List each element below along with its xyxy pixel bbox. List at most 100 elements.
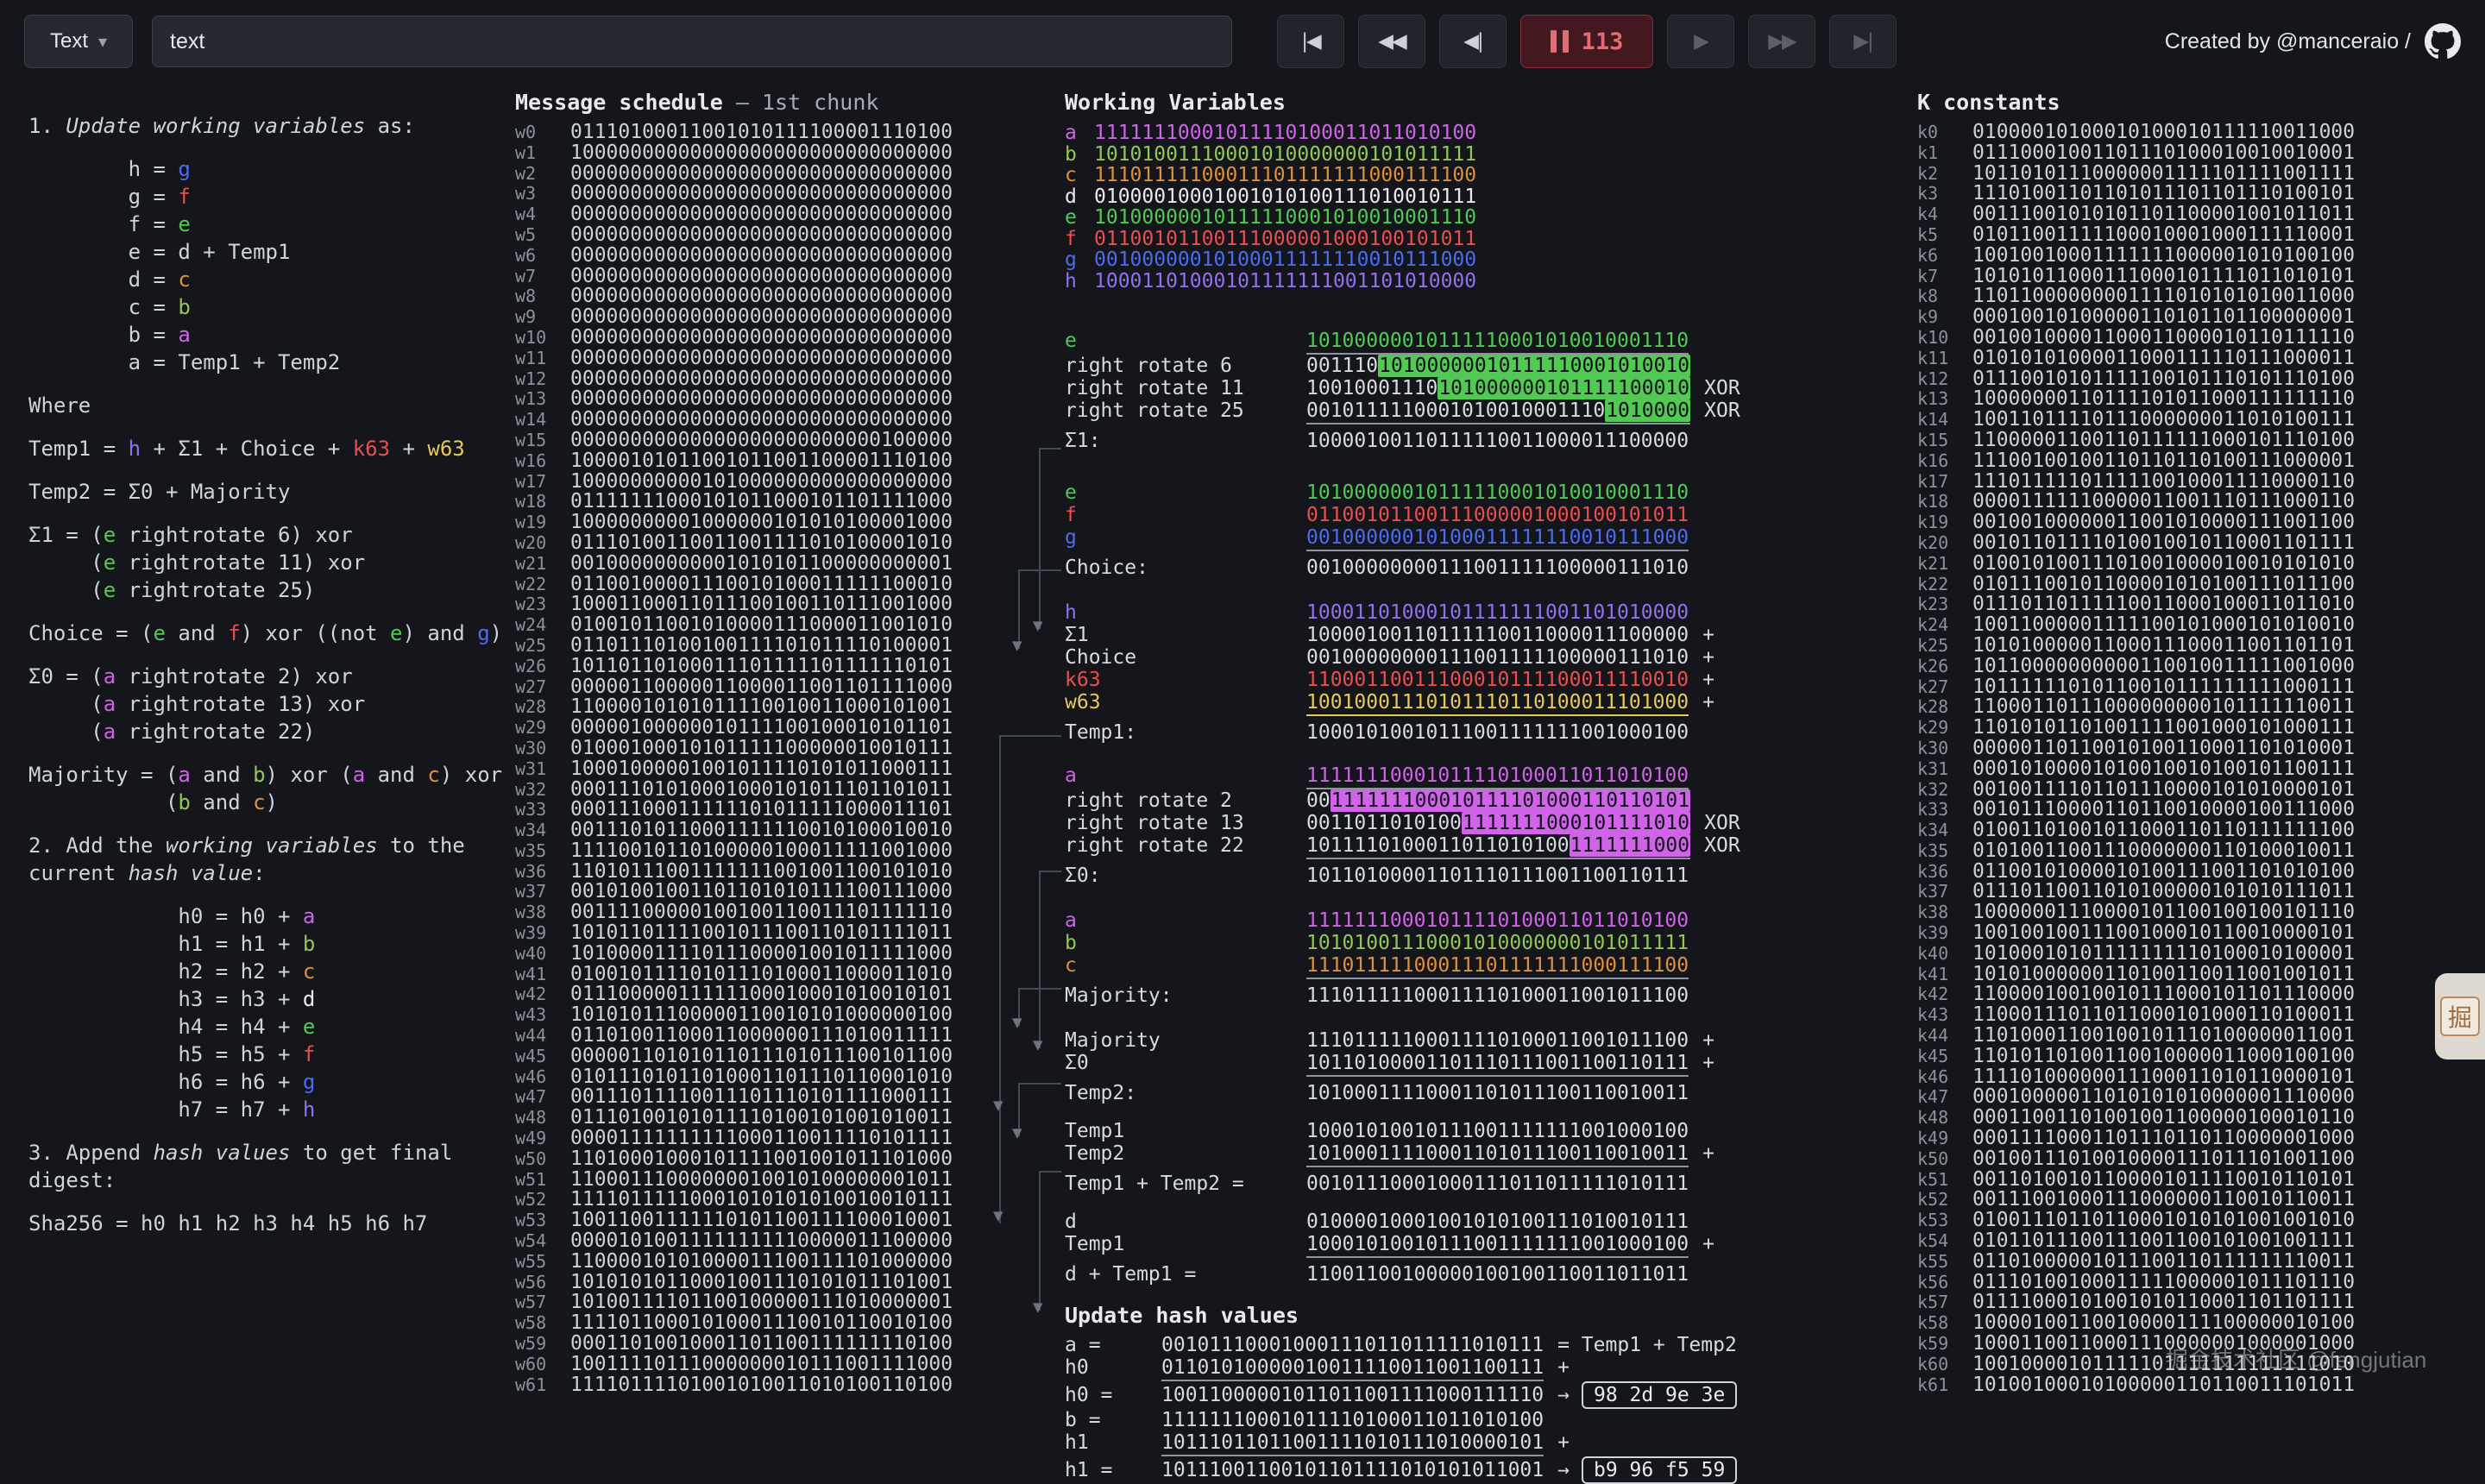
explanation-line: Temp2 = Σ0 + Majority bbox=[28, 478, 512, 506]
binary-value: 01010011001110000000110100010011 bbox=[1972, 841, 2355, 862]
calc-block: a11111110001011110100011011010100b101010… bbox=[1065, 909, 1928, 1007]
binary-value: 00000000000000000000000000000000 bbox=[570, 389, 953, 410]
operand-row: h1 =10111001100101101111010101011001→b9 … bbox=[1065, 1456, 1928, 1484]
juejin-float-button[interactable]: 掘 bbox=[2435, 973, 2485, 1060]
binary-value: 00100000010100011111110010111000 bbox=[1094, 249, 1476, 271]
schedule-row: w4401101001100011000000111010011111 bbox=[515, 1026, 953, 1047]
fast-forward-button[interactable]: ▶▶ bbox=[1748, 15, 1815, 68]
row-label: k63 bbox=[1065, 669, 1306, 691]
operator-suffix: + bbox=[1702, 624, 1714, 646]
schedule-row: w900000000000000000000000000000000 bbox=[515, 307, 953, 328]
row-label: w18 bbox=[515, 492, 570, 512]
binary-value: 00100000000111001111100000111010 bbox=[1306, 646, 1689, 669]
operand-row: Majority11101111100011110100011001011100… bbox=[1065, 1029, 1928, 1052]
row-label: w56 bbox=[515, 1273, 570, 1293]
schedule-row: w5400001010011111111110000011100000 bbox=[515, 1231, 953, 1252]
schedule-row: w5511000010101000011100111101000000 bbox=[515, 1252, 953, 1273]
play-button[interactable]: ▶ bbox=[1667, 15, 1734, 68]
k-constant-row: k610010010001111111000001010100100 bbox=[1917, 246, 2355, 267]
row-label: k47 bbox=[1917, 1087, 1972, 1108]
row-label: k38 bbox=[1917, 902, 1972, 923]
binary-value: 10001010010111001111111001000100 bbox=[1306, 1120, 1689, 1142]
explanation-line: Σ0 = (a rightrotate 2) xor bbox=[28, 663, 512, 690]
binary-value: 10010001110101000000101111100010 bbox=[1306, 377, 1690, 399]
binary-value: 01110010101111100101110101110100 bbox=[1972, 369, 2355, 390]
binary-value: 01001110110110001010101001001010 bbox=[1972, 1210, 2355, 1231]
binary-value: 11110110001010001110010110010100 bbox=[570, 1313, 953, 1334]
binary-value: 10000000000101000000000000000000 bbox=[570, 472, 953, 493]
row-label: w50 bbox=[515, 1149, 570, 1170]
row-label: w38 bbox=[515, 902, 570, 923]
binary-value: 00101110000110110010000100111000 bbox=[1972, 800, 2355, 821]
row-label: right rotate 6 bbox=[1065, 355, 1306, 377]
binary-value: 01101001100011000000111010011111 bbox=[570, 1026, 953, 1047]
row-label: k16 bbox=[1917, 451, 1972, 472]
operand-row: g00100000010100011111110010111000 bbox=[1065, 526, 1928, 551]
schedule-row: w1710000000000101000000000000000000 bbox=[515, 472, 953, 493]
row-label: w33 bbox=[515, 800, 570, 821]
schedule-row: w001110100011001010111100001110100 bbox=[515, 123, 953, 143]
row-label: k18 bbox=[1917, 492, 1972, 512]
operator-suffix: + bbox=[1702, 691, 1714, 714]
binary-value: 11000010101011110010011000101001 bbox=[570, 697, 953, 718]
binary-value: 10000100110111110011000011100000 bbox=[1306, 430, 1689, 452]
binary-value: 11000001100110111111000101110100 bbox=[1972, 431, 2355, 451]
k-constant-row: k1611100100100110110110100111000001 bbox=[1917, 451, 2355, 472]
k-constant-row: k1800001111110000011001110111000110 bbox=[1917, 492, 2355, 512]
skip-to-end-button[interactable]: ▶| bbox=[1829, 15, 1897, 68]
binary-value: 10001010010111001111111001000100 bbox=[1306, 721, 1689, 744]
working-variable-row: c11101111100011101111111000111100 bbox=[1065, 165, 1928, 186]
schedule-row: w3611010111001111111001001100101010 bbox=[515, 862, 953, 883]
explanation-line: Choice = (e and f) xor ((not e) and g) bbox=[28, 619, 512, 647]
message-input[interactable] bbox=[152, 16, 1232, 67]
binary-value: 10100001111011100001001011111000 bbox=[570, 944, 953, 965]
skip-to-start-button[interactable]: |◀ bbox=[1277, 15, 1344, 68]
fast-forward-icon: ▶▶ bbox=[1768, 30, 1795, 53]
binary-value: 10110110100011101111101111110101 bbox=[570, 657, 953, 677]
k-constant-row: k210110101110000001111101111001111 bbox=[1917, 164, 2355, 185]
binary-value: 10000100110111110011000011100000 bbox=[1306, 624, 1689, 646]
k-constant-row: k3000000110110010100110001101010001 bbox=[1917, 739, 2355, 759]
binary-value: 10001010010111001111111001000100 bbox=[1306, 1233, 1689, 1258]
explanation-line: (a rightrotate 13) xor bbox=[28, 690, 512, 718]
calc-block: Update hash valuesa =0010111000100011101… bbox=[1065, 1303, 1928, 1484]
binary-value: 10101010110001001110101011101001 bbox=[570, 1273, 953, 1293]
explanation-line: d = c bbox=[28, 266, 512, 293]
prev-chunk-button[interactable]: ◀◀ bbox=[1358, 15, 1425, 68]
binary-value: 01000100010101111100000010010111 bbox=[570, 739, 953, 759]
row-label: e bbox=[1065, 330, 1306, 352]
schedule-row: w3700101001001101101010111100111000 bbox=[515, 882, 953, 902]
binary-value: 10100010101111111110100010100001 bbox=[1972, 944, 2355, 965]
row-label: k55 bbox=[1917, 1252, 1972, 1273]
pause-button[interactable]: 113 bbox=[1520, 15, 1653, 68]
schedule-row: w4900001111111111000110011110101111 bbox=[515, 1129, 953, 1149]
operand-row: b =11111110001011110100011011010100 bbox=[1065, 1409, 1928, 1431]
binary-value: 10100000010111110001010010001110 bbox=[1306, 330, 1689, 355]
operand-row: w6310010001110101110110100011101000+ bbox=[1065, 691, 1928, 716]
operator-suffix: XOR bbox=[1704, 399, 1740, 422]
explanation-line: 2. Add the working variables to the bbox=[28, 832, 512, 859]
schedule-row: w5310011001111110101100111100010001 bbox=[515, 1210, 953, 1231]
variable-name: b bbox=[1065, 144, 1094, 166]
input-type-select[interactable]: Text ▾ bbox=[24, 15, 133, 68]
row-label: h bbox=[1065, 601, 1306, 624]
rotated-bits-highlight: 111111100010111101000110110101 bbox=[1331, 789, 1690, 812]
step-counter: 113 bbox=[1582, 28, 1624, 55]
github-icon[interactable] bbox=[2425, 23, 2461, 60]
k-constant-row: k5301001110110110001010101001001010 bbox=[1917, 1210, 2355, 1231]
message-schedule-panel: Message schedule — 1st chunk w0011101000… bbox=[515, 90, 953, 1395]
binary-value: 00011001101001001100000100010110 bbox=[1972, 1108, 2355, 1129]
k-constant-row: k1201110010101111100101110101110100 bbox=[1917, 369, 2355, 390]
arrow-right-icon: → bbox=[1557, 1459, 1570, 1481]
k-constant-row: k4900011110001101110110110000001000 bbox=[1917, 1129, 2355, 1149]
row-label: Temp1 bbox=[1065, 1233, 1306, 1255]
step-back-button[interactable]: ◀| bbox=[1439, 15, 1507, 68]
schedule-row: w2501101110100100111101011110100001 bbox=[515, 636, 953, 657]
binary-value: 00111001000111000000110010110011 bbox=[1972, 1190, 2355, 1210]
schedule-row: w3300011100011111101011111000011101 bbox=[515, 800, 953, 821]
sha256-visualizer-app: { "colors":{"a":"#d163e8","b":"#93c755",… bbox=[0, 0, 2485, 1401]
operand-row: Choice00100000000111001111100000111010+ bbox=[1065, 646, 1928, 669]
explanation-line: h7 = h7 + h bbox=[28, 1096, 512, 1123]
result-row: Majority:1110111110001111010001100101110… bbox=[1065, 984, 1928, 1007]
operand-row: d01000010001001010100111010010111 bbox=[1065, 1210, 1928, 1233]
